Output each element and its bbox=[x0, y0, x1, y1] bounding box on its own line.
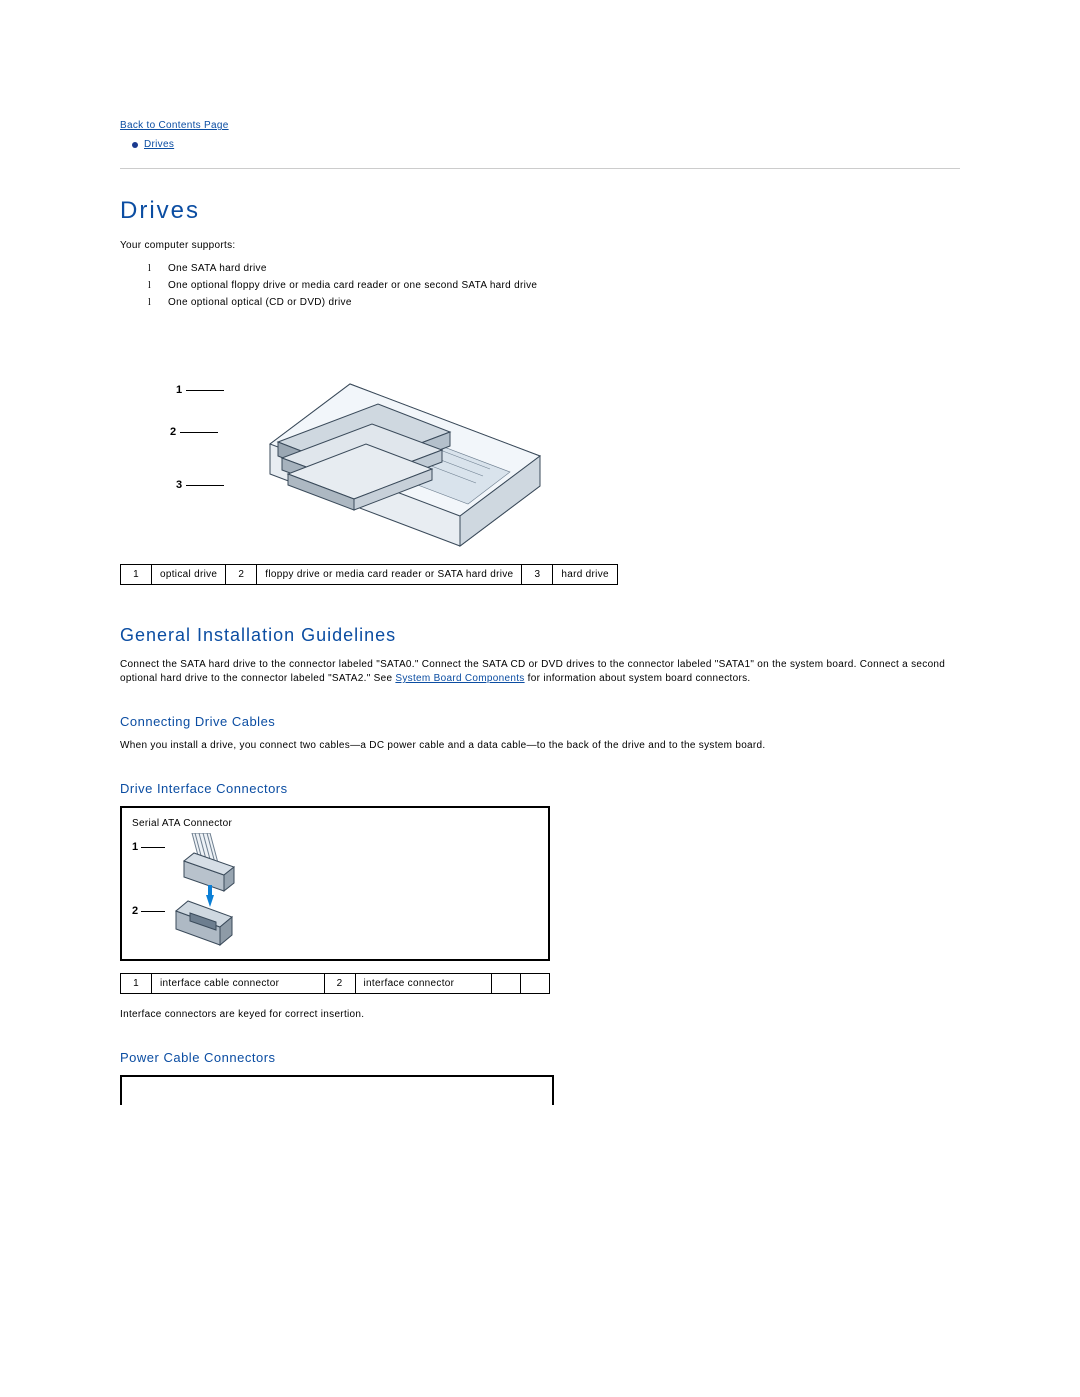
bullet-icon bbox=[132, 142, 138, 148]
callout-label: 1 bbox=[132, 841, 138, 853]
legend-text: interface cable connector bbox=[152, 974, 325, 994]
guidelines-text-b: for information about system board conne… bbox=[525, 673, 751, 684]
system-board-components-link[interactable]: System Board Components bbox=[395, 673, 524, 684]
guidelines-paragraph: Connect the SATA hard drive to the conne… bbox=[120, 658, 960, 686]
legend-num: 2 bbox=[226, 565, 257, 585]
chassis-callout-2: 2 bbox=[170, 426, 218, 438]
interface-note: Interface connectors are keyed for corre… bbox=[120, 1008, 960, 1022]
connecting-cables-paragraph: When you install a drive, you connect tw… bbox=[120, 739, 960, 753]
chassis-legend-table: 1 optical drive 2 floppy drive or media … bbox=[120, 564, 618, 585]
sata-callout-1: 1 bbox=[132, 841, 165, 853]
list-item: One SATA hard drive bbox=[148, 263, 960, 274]
legend-num: 3 bbox=[522, 565, 553, 585]
callout-label: 3 bbox=[176, 479, 182, 491]
power-connectors-heading: Power Cable Connectors bbox=[120, 1050, 960, 1065]
callout-label: 2 bbox=[170, 426, 176, 438]
drives-supports-list: One SATA hard drive One optional floppy … bbox=[120, 263, 960, 308]
legend-empty bbox=[521, 974, 550, 994]
chassis-callout-3: 3 bbox=[176, 479, 224, 491]
legend-text: floppy drive or media card reader or SAT… bbox=[257, 565, 522, 585]
list-item: One optional optical (CD or DVD) drive bbox=[148, 297, 960, 308]
chassis-illustration: 1 2 3 bbox=[160, 324, 580, 554]
legend-empty bbox=[492, 974, 521, 994]
chassis-svg bbox=[160, 324, 580, 554]
back-to-contents-link[interactable]: Back to Contents Page bbox=[120, 120, 229, 131]
sata-callout-2: 2 bbox=[132, 905, 165, 917]
legend-text: optical drive bbox=[152, 565, 226, 585]
list-item: One optional floppy drive or media card … bbox=[148, 280, 960, 291]
drives-intro: Your computer supports: bbox=[120, 239, 960, 253]
drives-heading: Drives bbox=[120, 197, 960, 225]
sata-connector-box: Serial ATA Connector bbox=[120, 806, 550, 961]
interface-legend-table: 1 interface cable connector 2 interface … bbox=[120, 973, 550, 994]
topic-row: Drives bbox=[120, 139, 960, 150]
guidelines-heading: General Installation Guidelines bbox=[120, 625, 960, 646]
sata-illustration: 1 2 bbox=[132, 833, 252, 953]
connecting-cables-heading: Connecting Drive Cables bbox=[120, 714, 960, 729]
interface-connectors-heading: Drive Interface Connectors bbox=[120, 781, 960, 796]
divider bbox=[120, 168, 960, 169]
legend-num: 2 bbox=[324, 974, 355, 994]
sata-box-title: Serial ATA Connector bbox=[132, 818, 538, 829]
legend-num: 1 bbox=[121, 565, 152, 585]
chassis-callout-1: 1 bbox=[176, 384, 224, 396]
legend-text: hard drive bbox=[553, 565, 617, 585]
callout-label: 1 bbox=[176, 384, 182, 396]
power-connector-box bbox=[120, 1075, 554, 1105]
callout-label: 2 bbox=[132, 905, 138, 917]
legend-num: 1 bbox=[121, 974, 152, 994]
drives-topic-link[interactable]: Drives bbox=[144, 139, 174, 150]
legend-text: interface connector bbox=[355, 974, 491, 994]
